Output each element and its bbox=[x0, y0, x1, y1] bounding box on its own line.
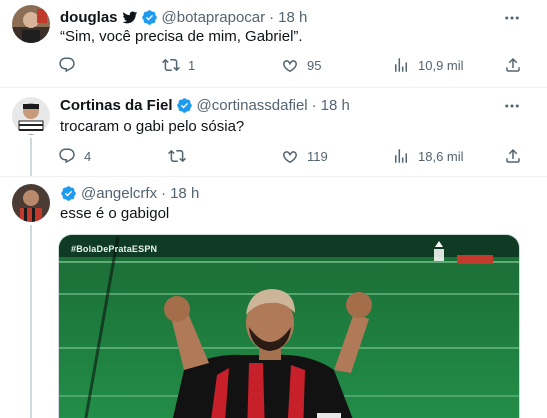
media-watermark: #BolaDePrataESPN bbox=[71, 244, 158, 254]
tweet-header: douglas @botaprapocar · 18 h bbox=[60, 9, 307, 26]
user-handle[interactable]: @botaprapocar bbox=[162, 9, 266, 26]
timestamp[interactable]: 18 h bbox=[278, 9, 307, 26]
reply-button[interactable] bbox=[58, 56, 84, 74]
retweet-button[interactable] bbox=[168, 147, 194, 165]
separator-dot: · bbox=[311, 97, 317, 114]
tweet-actions: 4 119 18,6 mil bbox=[58, 147, 528, 167]
views-button[interactable]: 10,9 mil bbox=[392, 56, 464, 74]
bird-emoji-icon bbox=[122, 11, 137, 23]
share-icon bbox=[506, 148, 520, 163]
avatar[interactable] bbox=[12, 184, 50, 222]
separator-dot: · bbox=[269, 9, 275, 26]
like-button[interactable]: 119 bbox=[281, 147, 328, 165]
more-options-icon[interactable] bbox=[503, 97, 521, 115]
retweet-count: 1 bbox=[188, 57, 196, 73]
reply-icon bbox=[59, 57, 75, 73]
view-count: 18,6 mil bbox=[418, 148, 464, 164]
tweet-text: “Sim, você precisa de mim, Gabriel”. bbox=[60, 28, 303, 45]
share-icon bbox=[506, 57, 520, 72]
retweet-icon bbox=[162, 58, 180, 72]
tweet-actions: 1 95 10,9 mil bbox=[58, 56, 528, 76]
tweet-text: esse é o gabigol bbox=[60, 205, 170, 222]
avatar-image bbox=[12, 5, 50, 43]
tweet-header: @angelcrfx · 18 h bbox=[60, 185, 199, 202]
share-button[interactable] bbox=[504, 147, 522, 165]
verified-badge-icon[interactable] bbox=[141, 9, 158, 26]
thread-connector bbox=[30, 225, 32, 418]
views-button[interactable]: 18,6 mil bbox=[392, 147, 464, 165]
like-count: 119 bbox=[307, 148, 328, 164]
timestamp[interactable]: 18 h bbox=[321, 97, 350, 114]
avatar-image bbox=[12, 97, 50, 135]
display-name[interactable]: Cortinas da Fiel bbox=[60, 97, 173, 114]
tweet-text: trocaram o gabi pelo sósia? bbox=[60, 118, 245, 135]
analytics-icon bbox=[395, 58, 407, 72]
avatar-image bbox=[12, 184, 50, 222]
tweet-cortinas-da-fiel[interactable]: Cortinas da Fiel @cortinassdafiel · 18 h… bbox=[0, 88, 547, 176]
separator-dot: · bbox=[161, 185, 167, 202]
user-handle[interactable]: @angelcrfx bbox=[81, 185, 157, 202]
analytics-icon bbox=[395, 149, 407, 163]
verified-badge-icon[interactable] bbox=[176, 97, 193, 114]
more-options-icon[interactable] bbox=[503, 9, 521, 27]
heart-icon bbox=[283, 60, 297, 73]
retweet-icon bbox=[168, 149, 186, 163]
retweet-button[interactable]: 1 bbox=[162, 56, 195, 74]
like-count: 95 bbox=[307, 57, 322, 73]
like-button[interactable]: 95 bbox=[281, 56, 321, 74]
view-count: 10,9 mil bbox=[418, 57, 464, 73]
tweet-media-video[interactable]: #BolaDePrataESPN bbox=[58, 234, 520, 418]
reply-icon bbox=[59, 148, 75, 164]
thread-connector bbox=[30, 138, 32, 176]
tweet-header: Cortinas da Fiel @cortinassdafiel · 18 h bbox=[60, 97, 350, 114]
verified-badge-icon[interactable] bbox=[60, 185, 77, 202]
avatar[interactable] bbox=[12, 5, 50, 43]
tweet-douglas[interactable]: douglas @botaprapocar · 18 h “Sim, você … bbox=[0, 0, 547, 88]
reply-button[interactable]: 4 bbox=[58, 147, 91, 165]
display-name[interactable]: douglas bbox=[60, 9, 118, 26]
share-button[interactable] bbox=[504, 56, 522, 74]
heart-icon bbox=[283, 151, 297, 164]
user-handle[interactable]: @cortinassdafiel bbox=[197, 97, 308, 114]
avatar[interactable] bbox=[12, 97, 50, 135]
video-frame-image bbox=[59, 235, 519, 418]
reply-count: 4 bbox=[84, 148, 92, 164]
timestamp[interactable]: 18 h bbox=[170, 185, 199, 202]
